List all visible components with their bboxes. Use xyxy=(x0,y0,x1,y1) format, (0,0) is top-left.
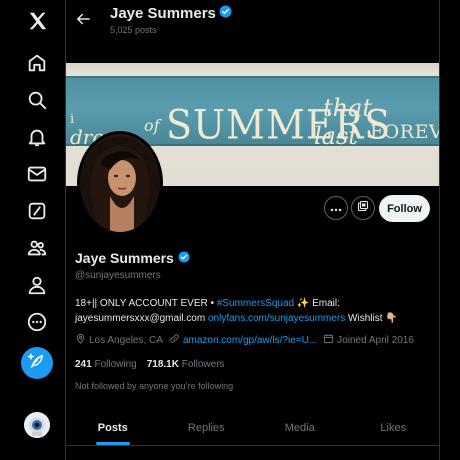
calendar-icon xyxy=(323,333,334,347)
explore-icon[interactable] xyxy=(24,87,50,113)
profile-tabs: Posts Replies Media Likes xyxy=(66,410,440,446)
page-title: Jaye Summers xyxy=(110,5,232,22)
join-date: Joined April 2016 xyxy=(323,333,414,347)
notifications-icon[interactable] xyxy=(24,124,50,150)
website[interactable]: amazon.com/gp/aw/ls/?ie=U... xyxy=(169,333,317,347)
left-nav xyxy=(0,0,66,460)
profile-column: Jaye Summers 5,025 posts i dream of SUMM… xyxy=(66,0,440,460)
tab-replies[interactable]: Replies xyxy=(160,410,254,445)
header-name: Jaye Summers xyxy=(110,5,216,22)
more-options-button[interactable] xyxy=(324,196,348,220)
following-label: Following xyxy=(94,359,137,370)
profile-icon[interactable] xyxy=(24,272,50,298)
followers-label: Followers xyxy=(181,359,225,370)
x-logo-icon[interactable] xyxy=(25,8,51,34)
following-count: 241 xyxy=(75,359,92,370)
followers-count: 718.1K xyxy=(146,359,179,370)
banner-word: that xyxy=(323,94,373,122)
grok-icon[interactable] xyxy=(24,198,50,224)
not-followed-note: Not followed by anyone you’re following xyxy=(75,381,234,391)
tab-media[interactable]: Media xyxy=(253,410,347,445)
followers-link[interactable]: 718.1K Followers xyxy=(147,359,225,370)
communities-icon[interactable] xyxy=(24,235,50,261)
post-count: 5,025 posts xyxy=(110,25,157,35)
back-arrow-icon[interactable] xyxy=(74,10,92,28)
location-text: Los Angeles, CA xyxy=(89,334,163,346)
profile-meta: Los Angeles, CA amazon.com/gp/aw/ls/?ie=… xyxy=(75,333,435,347)
bio-link[interactable]: onlyfans.com/sunjayesummers xyxy=(208,313,345,324)
banner-word: last xyxy=(314,122,358,150)
messages-icon[interactable] xyxy=(24,161,50,187)
profile-avatar[interactable] xyxy=(77,131,163,235)
post-button[interactable] xyxy=(21,347,53,379)
hashtag-link[interactable]: #SummersSquad xyxy=(217,298,294,309)
joined-text: Joined April 2016 xyxy=(337,334,414,346)
following-link[interactable]: 241 Following xyxy=(75,359,137,370)
tab-likes[interactable]: Likes xyxy=(347,410,440,445)
follow-button[interactable]: Follow xyxy=(379,195,430,222)
verified-badge-icon xyxy=(178,250,190,266)
display-name: Jaye Summers xyxy=(75,250,174,266)
website-link[interactable]: amazon.com/gp/aw/ls/?ie=U... xyxy=(183,335,317,346)
profile-name: Jaye Summers xyxy=(75,250,190,266)
more-icon[interactable] xyxy=(24,309,50,335)
verified-badge-icon xyxy=(219,5,232,22)
tab-posts[interactable]: Posts xyxy=(66,410,160,445)
banner-word: of xyxy=(144,116,160,135)
location: Los Angeles, CA xyxy=(75,333,163,347)
feather-plus-icon xyxy=(28,352,46,375)
profile-bio: 18+|| ONLY ACCOUNT EVER • #SummersSquad … xyxy=(75,296,425,326)
subscribe-button[interactable] xyxy=(351,196,375,220)
link-icon xyxy=(169,333,180,347)
ellipsis-icon xyxy=(330,199,342,217)
bio-text: Wishlist 👇🏼 xyxy=(345,313,398,324)
banner-word: FOREVER xyxy=(370,121,439,143)
home-icon[interactable] xyxy=(24,50,50,76)
account-avatar[interactable] xyxy=(24,412,50,438)
location-pin-icon xyxy=(75,333,86,347)
newsletter-icon xyxy=(357,199,369,217)
profile-handle: @sunjayesummers xyxy=(75,270,161,281)
follow-stats: 241 Following 718.1K Followers xyxy=(75,359,225,370)
bio-text: 18+|| ONLY ACCOUNT EVER • xyxy=(75,298,217,309)
